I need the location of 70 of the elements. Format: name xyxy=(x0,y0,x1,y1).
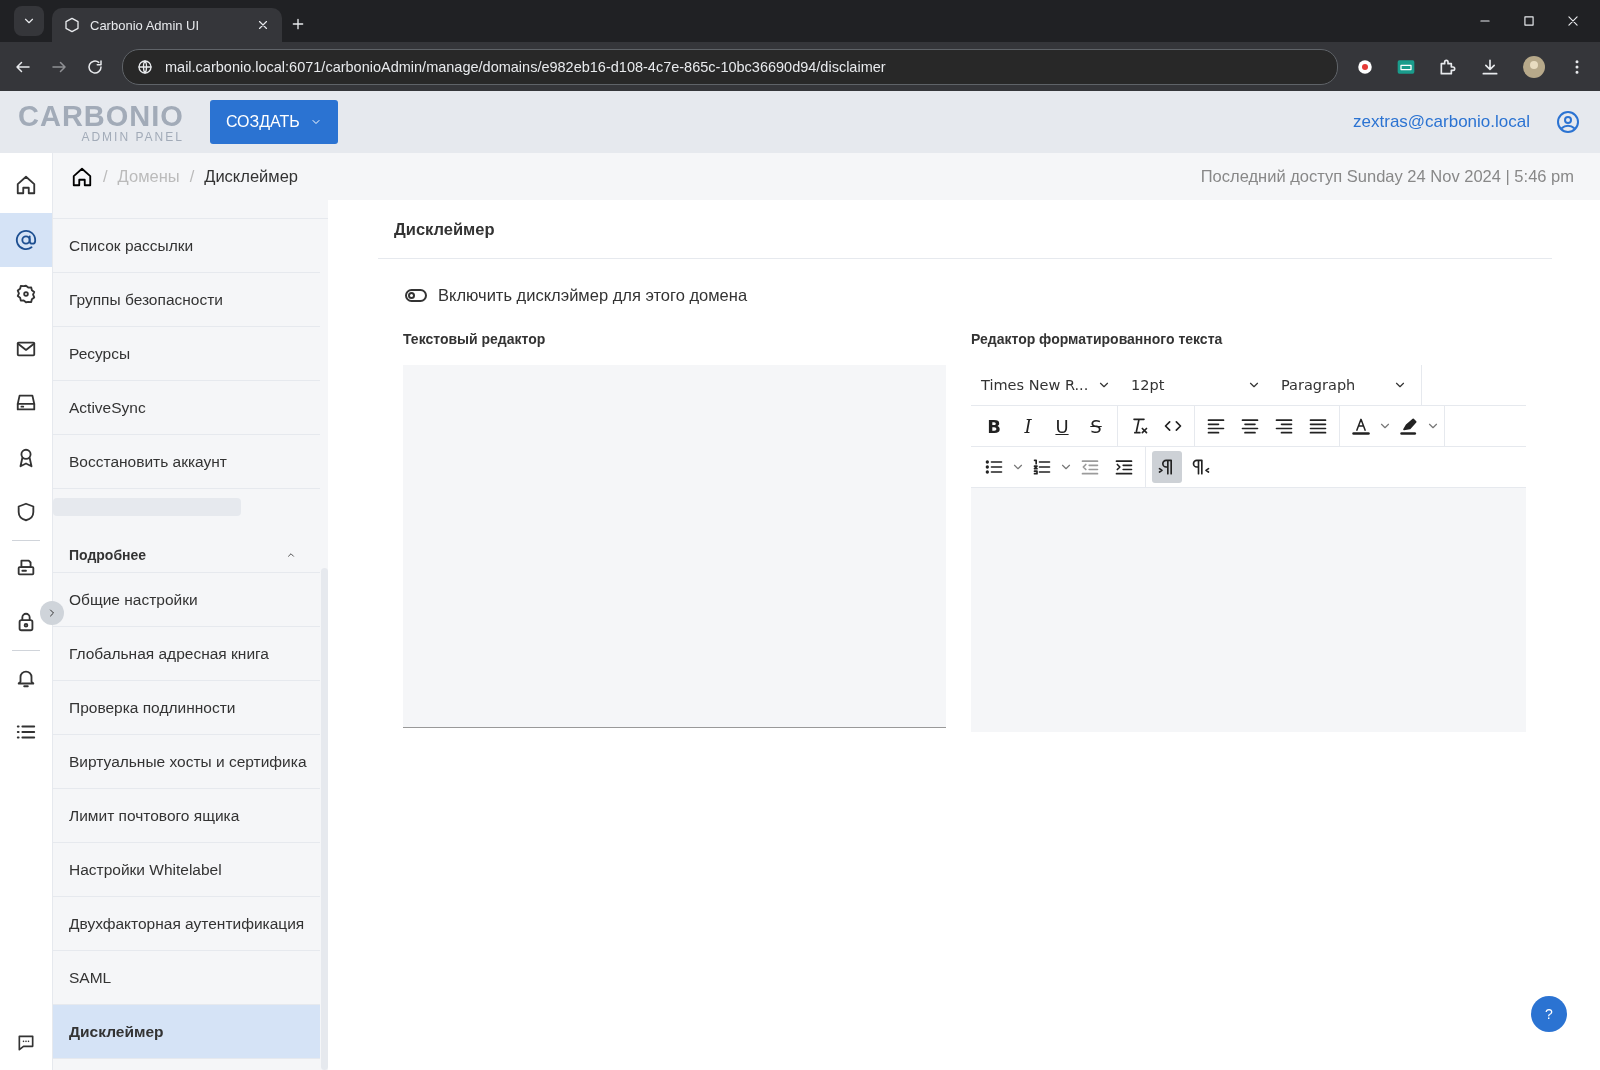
maximize-icon[interactable] xyxy=(1522,14,1536,28)
dropdown[interactable]: 12pt xyxy=(1121,377,1271,393)
shield-icon xyxy=(15,501,37,524)
tab-list-button[interactable] xyxy=(14,6,44,36)
justify-icon xyxy=(1308,416,1328,436)
logo-text: CARBONIO xyxy=(18,101,184,131)
reload-icon[interactable] xyxy=(86,57,104,76)
chat-icon[interactable] xyxy=(16,1033,36,1053)
breadcrumb-separator: / xyxy=(189,167,195,186)
sidebar-item[interactable]: Настройки Whitelabel xyxy=(53,843,320,897)
sidebar-item[interactable]: Общие настройки xyxy=(53,573,320,627)
strike-button[interactable]: S xyxy=(1081,410,1111,442)
page-title: Дисклеймер xyxy=(378,200,1552,259)
sidebar-item[interactable]: Список рассылки xyxy=(53,219,320,273)
url-text: mail.carbonio.local:6071/carbonioAdmin/manage/domains/e982eb16-d108-4c7e-865c-10bc36690d94/disclaimer xyxy=(165,58,886,75)
sidebar-item[interactable]: Двухфакторная аутентификация xyxy=(53,897,320,951)
highlight-icon xyxy=(1399,416,1419,436)
globe-icon xyxy=(137,58,153,75)
bold-button[interactable]: B xyxy=(979,410,1009,442)
address-bar[interactable]: mail.carbonio.local:6071/carbonioAdmin/manage/domains/e982eb16-d108-4c7e-865c-10bc36690d94/disclaimer xyxy=(122,48,1338,85)
last-access-text: Последний доступ Sunday 24 Nov 2024 | 5:46 pm xyxy=(1200,167,1574,186)
numbers-icon xyxy=(1032,457,1052,477)
sidebar-item[interactable]: Группы безопасности xyxy=(53,273,320,327)
scrollbar[interactable] xyxy=(53,498,241,516)
avatar-icon[interactable] xyxy=(1522,54,1546,79)
sidebar-item[interactable]: Ресурсы xyxy=(53,327,320,381)
sidebar-item[interactable]: Лимит почтового ящика xyxy=(53,789,320,843)
home-icon xyxy=(15,174,37,197)
record-icon[interactable] xyxy=(1356,57,1374,76)
align-right-icon xyxy=(1274,416,1294,436)
create-button[interactable]: СОЗДАТЬ xyxy=(209,100,338,144)
align-center-icon xyxy=(1240,416,1260,436)
scrollbar[interactable] xyxy=(321,568,328,1070)
breadcrumb-separator: / xyxy=(103,167,108,186)
sidebar-item[interactable]: Восстановить аккаунт xyxy=(53,435,320,489)
outdent-icon xyxy=(1080,457,1100,477)
align-left-icon xyxy=(1206,416,1226,436)
badge-icon xyxy=(15,283,37,306)
tab-title: Carbonio Admin UI xyxy=(90,17,201,33)
text-color-icon xyxy=(1351,416,1371,436)
rtl-icon xyxy=(1191,457,1211,477)
sidebar-item[interactable]: Глобальная адресная книга xyxy=(53,627,320,681)
sidebar-item[interactable]: Проверка подлинности xyxy=(53,681,320,735)
plus-icon[interactable] xyxy=(290,16,306,32)
editor-label: Текстовый редактор xyxy=(403,331,547,349)
user-email[interactable]: zextras@carbonio.local xyxy=(1353,112,1530,132)
toggle-label: Включить дисклэймер для этого домена xyxy=(438,285,748,305)
expand-button[interactable] xyxy=(40,601,64,625)
user-icon[interactable] xyxy=(1556,110,1580,134)
browser-tab[interactable]: Carbonio Admin UI xyxy=(52,8,282,42)
logo-subtitle: ADMIN PANEL xyxy=(81,130,184,143)
indent-icon xyxy=(1114,457,1134,477)
sidebar-item[interactable]: ActiveSync xyxy=(53,381,320,435)
sidebar-item[interactable]: Дисклеймер xyxy=(53,1005,320,1059)
hexagon-icon xyxy=(64,17,80,33)
dropdown[interactable]: Times New R... xyxy=(971,377,1121,393)
breadcrumb-link[interactable]: Дисклеймер xyxy=(204,167,298,186)
dropdown[interactable]: Paragraph xyxy=(1271,377,1417,393)
italic-button[interactable]: I xyxy=(1013,410,1043,442)
help-button[interactable]: ? xyxy=(1531,996,1567,1032)
section-header[interactable]: Подробнее xyxy=(53,537,320,573)
ltr-button[interactable] xyxy=(1152,451,1182,483)
home-icon[interactable] xyxy=(71,165,93,188)
close-icon[interactable] xyxy=(256,18,270,32)
editor-label: Редактор форматированного текста xyxy=(971,331,1224,349)
at-sign-icon xyxy=(15,228,37,251)
bullets-icon xyxy=(984,457,1004,477)
underline-button[interactable]: U xyxy=(1047,410,1077,442)
close-icon[interactable] xyxy=(1566,14,1580,28)
sidebar-item[interactable]: Виртуальные хосты и сертифика xyxy=(53,735,320,789)
